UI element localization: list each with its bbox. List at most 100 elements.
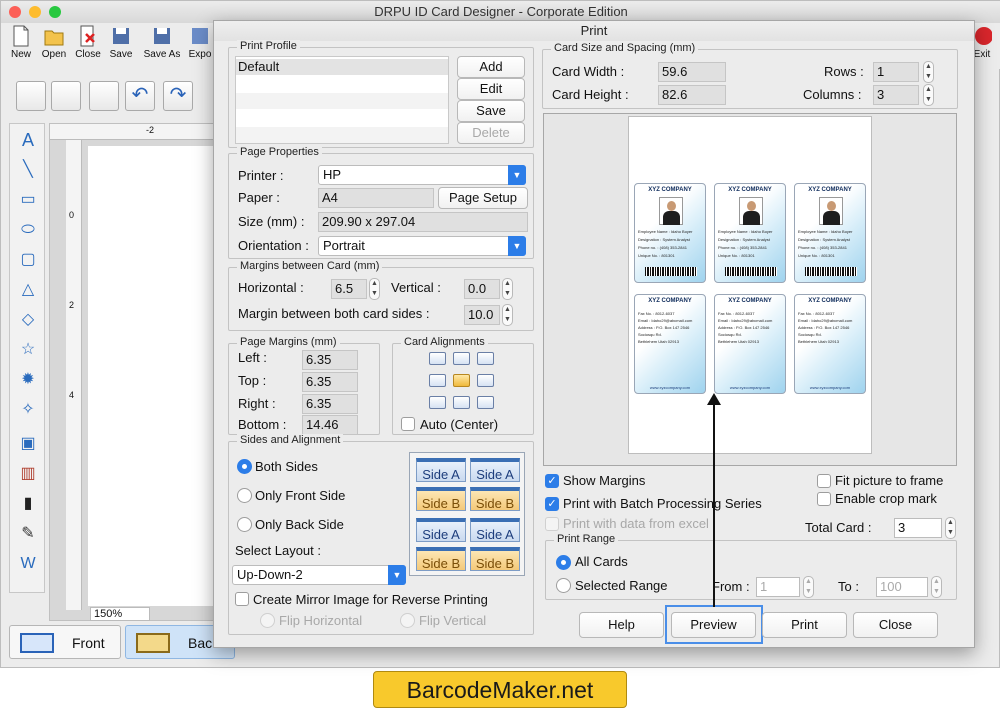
layout-select[interactable]: Up-Down-2 ▼ bbox=[232, 565, 406, 585]
align-middle-right[interactable] bbox=[477, 374, 494, 387]
from-stepper[interactable]: ▲ ▼ bbox=[803, 576, 814, 598]
open-folder-icon bbox=[44, 30, 64, 46]
columns-stepper[interactable]: ▲ ▼ bbox=[923, 84, 934, 106]
align-middle-center[interactable] bbox=[453, 374, 470, 387]
card-height-field[interactable]: 82.6 bbox=[658, 85, 726, 105]
vertical-margin-field[interactable]: 0.0 bbox=[464, 279, 500, 299]
front-tab[interactable]: Front bbox=[9, 625, 121, 659]
add-profile-button[interactable]: Add bbox=[457, 56, 525, 78]
to-stepper[interactable]: ▲ ▼ bbox=[931, 576, 942, 598]
design-canvas[interactable]: -2 0 2 4 150% bbox=[49, 123, 220, 621]
zoom-level[interactable]: 150% bbox=[90, 607, 150, 621]
mirror-image-checkbox[interactable] bbox=[235, 592, 249, 606]
redo-icon[interactable]: ↷ bbox=[163, 81, 193, 111]
right-margin-field[interactable]: 6.35 bbox=[302, 394, 358, 414]
edit-profile-button[interactable]: Edit bbox=[457, 78, 525, 100]
both-sides-radio[interactable] bbox=[237, 459, 252, 474]
cross-star-tool-icon[interactable]: ✧ bbox=[15, 398, 41, 422]
list-item[interactable] bbox=[236, 110, 448, 126]
horizontal-margin-field[interactable]: 6.5 bbox=[331, 279, 367, 299]
both-sides-margin-field[interactable]: 10.0 bbox=[464, 305, 500, 325]
both-sides-stepper[interactable]: ▲ ▼ bbox=[502, 304, 513, 326]
print-button[interactable]: Print bbox=[762, 612, 847, 638]
image-icon[interactable] bbox=[51, 81, 81, 111]
orientation-select[interactable]: Portrait ▼ bbox=[318, 236, 526, 256]
list-item[interactable]: Default bbox=[236, 59, 448, 75]
align-bottom-left[interactable] bbox=[429, 396, 446, 409]
list-item[interactable] bbox=[236, 76, 448, 92]
undo-icon[interactable]: ↶ bbox=[125, 81, 155, 111]
align-bottom-right[interactable] bbox=[477, 396, 494, 409]
card-field-line: Designation : System Analyst bbox=[798, 237, 850, 242]
page-setup-button[interactable]: Page Setup bbox=[438, 187, 528, 209]
crop-mark-checkbox[interactable] bbox=[817, 492, 831, 506]
delete-profile-button[interactable]: Delete bbox=[457, 122, 525, 144]
zoom-window-icon[interactable] bbox=[49, 6, 61, 18]
back-side-radio[interactable] bbox=[237, 517, 252, 532]
vertical-stepper[interactable]: ▲ ▼ bbox=[502, 278, 513, 300]
line-tool-icon[interactable]: ╲ bbox=[15, 158, 41, 182]
columns-field[interactable]: 3 bbox=[873, 85, 919, 105]
from-field[interactable]: 1 bbox=[756, 577, 800, 597]
signature-tool-icon[interactable]: ✎ bbox=[15, 522, 41, 546]
burst-tool-icon[interactable]: ✹ bbox=[15, 368, 41, 392]
properties-icon[interactable] bbox=[16, 81, 46, 111]
align-middle-left[interactable] bbox=[429, 374, 446, 387]
help-button[interactable]: Help bbox=[579, 612, 664, 638]
open-button[interactable]: Open bbox=[37, 25, 71, 60]
excel-data-checkbox[interactable] bbox=[545, 517, 559, 531]
triangle-tool-icon[interactable]: △ bbox=[15, 278, 41, 302]
close-button[interactable]: Close bbox=[71, 25, 105, 60]
rounded-rect-tool-icon[interactable]: ▢ bbox=[15, 248, 41, 272]
align-top-right[interactable] bbox=[477, 352, 494, 365]
dialog-close-button[interactable]: Close bbox=[853, 612, 938, 638]
show-margins-checkbox[interactable]: ✓ bbox=[545, 474, 559, 488]
horizontal-stepper[interactable]: ▲ ▼ bbox=[369, 278, 380, 300]
close-window-icon[interactable] bbox=[9, 6, 21, 18]
save-button[interactable]: Save bbox=[104, 25, 138, 60]
rows-field[interactable]: 1 bbox=[873, 62, 919, 82]
card-page bbox=[88, 146, 218, 606]
preview-button[interactable]: Preview bbox=[671, 612, 756, 638]
save-profile-button[interactable]: Save bbox=[457, 100, 525, 122]
printer-select[interactable]: HP ▼ bbox=[318, 165, 526, 185]
export-button[interactable]: Expo bbox=[187, 25, 213, 60]
flip-horizontal-radio[interactable] bbox=[260, 613, 275, 628]
align-bottom-center[interactable] bbox=[453, 396, 470, 409]
barcode-tool-icon[interactable]: ▮ bbox=[15, 492, 41, 516]
profile-list[interactable]: Default bbox=[235, 56, 449, 144]
all-cards-radio[interactable] bbox=[556, 555, 571, 570]
front-side-radio[interactable] bbox=[237, 488, 252, 503]
star-tool-icon[interactable]: ☆ bbox=[15, 338, 41, 362]
diamond-tool-icon[interactable]: ◇ bbox=[15, 308, 41, 332]
align-top-center[interactable] bbox=[453, 352, 470, 365]
flip-vertical-radio[interactable] bbox=[400, 613, 415, 628]
list-item[interactable] bbox=[236, 127, 448, 143]
batch-processing-checkbox[interactable]: ✓ bbox=[545, 497, 559, 511]
ellipse-tool-icon[interactable]: ⬭ bbox=[15, 218, 41, 242]
library-tool-icon[interactable]: ▥ bbox=[15, 462, 41, 486]
minimize-window-icon[interactable] bbox=[29, 6, 41, 18]
fit-picture-checkbox[interactable] bbox=[817, 474, 831, 488]
export-image-icon[interactable] bbox=[89, 81, 119, 111]
watermark-tool-icon[interactable]: W bbox=[15, 552, 41, 576]
rows-stepper[interactable]: ▲ ▼ bbox=[923, 61, 934, 83]
new-button[interactable]: New bbox=[4, 25, 38, 60]
total-card-field[interactable]: 3 bbox=[894, 518, 942, 538]
save-as-button[interactable]: Save As bbox=[142, 25, 182, 60]
paper-field[interactable]: A4 bbox=[318, 188, 434, 208]
left-margin-label: Left : bbox=[238, 350, 267, 365]
to-field[interactable]: 100 bbox=[876, 577, 928, 597]
top-margin-field[interactable]: 6.35 bbox=[302, 372, 358, 392]
align-top-left[interactable] bbox=[429, 352, 446, 365]
rectangle-tool-icon[interactable]: ▭ bbox=[15, 188, 41, 212]
left-margin-field[interactable]: 6.35 bbox=[302, 350, 358, 370]
picture-tool-icon[interactable]: ▣ bbox=[15, 432, 41, 456]
auto-center-checkbox[interactable] bbox=[401, 417, 415, 431]
bottom-margin-field[interactable]: 14.46 bbox=[302, 415, 358, 435]
selected-range-radio[interactable] bbox=[556, 578, 571, 593]
list-item[interactable] bbox=[236, 93, 448, 109]
text-tool-icon[interactable]: A bbox=[15, 128, 41, 152]
card-width-field[interactable]: 59.6 bbox=[658, 62, 726, 82]
total-card-stepper[interactable]: ▲ ▼ bbox=[945, 517, 956, 539]
